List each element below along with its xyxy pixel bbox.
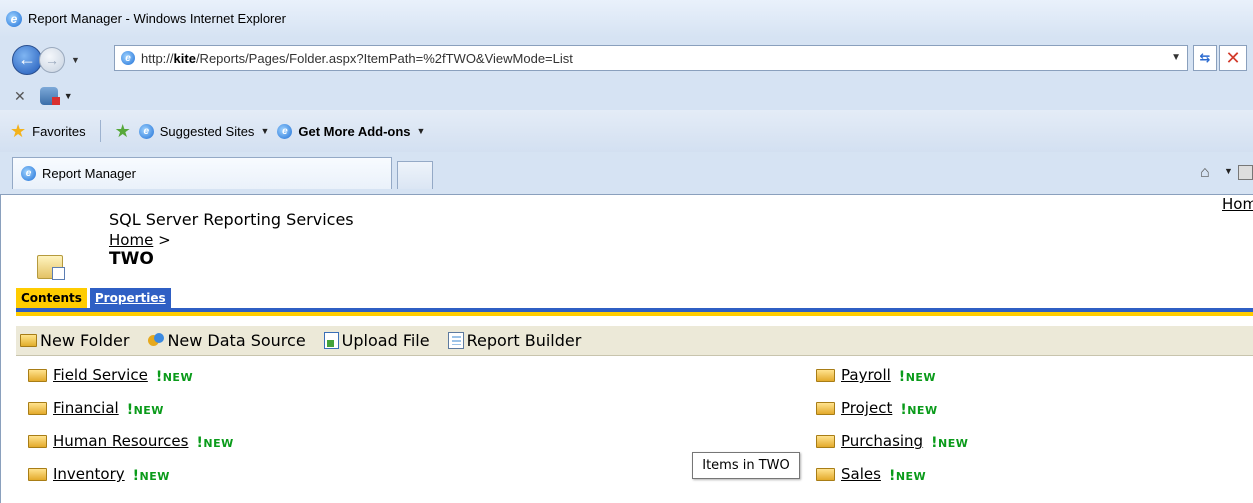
new-badge: !NEW: [898, 369, 937, 385]
ie-icon: e: [138, 123, 154, 139]
page-tabs: Contents Properties: [16, 288, 171, 308]
new-badge: !NEW: [900, 402, 938, 418]
star-icon: ★: [10, 121, 27, 141]
back-button[interactable]: ←: [12, 44, 42, 75]
breadcrumb: Home >: [109, 231, 171, 249]
folder-link[interactable]: Purchasing: [841, 432, 923, 450]
new-badge: !NEW: [155, 369, 194, 385]
list-item: Payroll !NEW: [816, 366, 968, 399]
addon-dropdown-icon[interactable]: ▼: [64, 91, 73, 101]
data-source-icon: [147, 332, 165, 349]
new-badge: !NEW: [126, 402, 164, 418]
breadcrumb-home-link[interactable]: Home: [109, 231, 153, 249]
favorites-bar: ★ Favorites ★ e Suggested Sites ▼ e Get …: [0, 110, 1253, 152]
toolbar-addon-button[interactable]: ▼: [39, 87, 73, 105]
address-row: ← → ▼ e http://kite/Reports/Pages/Folder…: [0, 37, 1253, 82]
item-list-right: Payroll !NEW Project !NEW Purchasing !NEW S…: [816, 366, 968, 498]
add-favorite-icon[interactable]: ★: [115, 122, 131, 140]
list-item: Purchasing !NEW: [816, 432, 968, 465]
new-badge: !NEW: [132, 468, 170, 484]
favorites-button[interactable]: ★ Favorites: [10, 122, 86, 140]
ie-icon: e: [277, 123, 293, 139]
new-badge: !NEW: [931, 435, 969, 451]
address-dropdown-icon[interactable]: ▼: [1171, 52, 1181, 63]
list-item: Inventory !NEW: [28, 465, 234, 498]
new-data-source-button[interactable]: New Data Source: [147, 331, 306, 350]
report-builder-button[interactable]: Report Builder: [447, 331, 581, 350]
home-icon[interactable]: ⌂: [1200, 164, 1210, 182]
close-toolbar-icon[interactable]: ✕: [14, 88, 26, 105]
get-addons-link[interactable]: e Get More Add-ons ▼: [277, 123, 426, 139]
address-bar[interactable]: e http://kite/Reports/Pages/Folder.aspx?…: [114, 45, 1188, 71]
address-url: http://kite/Reports/Pages/Folder.aspx?It…: [141, 50, 573, 66]
tab-contents[interactable]: Contents: [16, 288, 87, 308]
chevron-down-icon: ▼: [260, 126, 270, 136]
folder-link[interactable]: Project: [841, 399, 892, 417]
list-item: Human Resources !NEW: [28, 432, 234, 465]
folder-icon: [816, 402, 835, 415]
folder-link[interactable]: Payroll: [841, 366, 891, 384]
page-content: Hom SQL Server Reporting Services Home >…: [0, 195, 1253, 503]
home-dropdown-icon[interactable]: ▼: [1224, 166, 1233, 176]
divider: [16, 312, 1253, 316]
item-list-left: Field Service !NEW Financial !NEW Human Re…: [28, 366, 234, 498]
folder-link[interactable]: Financial: [53, 399, 119, 417]
divider: [99, 120, 101, 142]
ie-icon: e: [21, 166, 36, 181]
top-home-link[interactable]: Hom: [1222, 195, 1253, 213]
list-item: Project !NEW: [816, 399, 968, 432]
folder-icon: [28, 435, 47, 448]
tab-properties[interactable]: Properties: [89, 288, 171, 308]
suggested-sites-link[interactable]: e Suggested Sites ▼: [138, 123, 270, 139]
history-dropdown-icon[interactable]: ▼: [71, 55, 80, 65]
folder-icon: [816, 435, 835, 448]
new-folder-button[interactable]: New Folder: [20, 331, 129, 350]
feeds-icon[interactable]: [1238, 165, 1253, 180]
list-item: Field Service !NEW: [28, 366, 234, 399]
folder-icon: [28, 468, 47, 481]
tooltip: Items in TWO: [692, 452, 800, 479]
forward-button[interactable]: →: [39, 46, 65, 73]
list-item: Sales !NEW: [816, 465, 968, 498]
folder-icon: [28, 369, 47, 382]
breadcrumb-separator: >: [158, 231, 171, 249]
browser-tab-report-manager[interactable]: e Report Manager: [12, 157, 392, 189]
page-title: TWO: [109, 249, 154, 269]
folder-link[interactable]: Inventory: [53, 465, 125, 483]
window-title: Report Manager - Windows Internet Explor…: [28, 11, 286, 26]
folder-icon: [816, 369, 835, 382]
upload-file-button[interactable]: Upload File: [323, 331, 430, 350]
folder-icon: [816, 468, 835, 481]
folder-icon: [28, 402, 47, 415]
site-title: SQL Server Reporting Services: [109, 210, 354, 229]
list-item: Financial !NEW: [28, 399, 234, 432]
chevron-down-icon: ▼: [416, 126, 426, 136]
ie-logo-icon: e: [6, 10, 22, 27]
content-toolbar: New Folder New Data Source Upload File R…: [16, 326, 1253, 356]
browser-tab-row: e Report Manager ⌂ ▼: [0, 152, 1253, 194]
command-row: ✕ ▼: [0, 82, 1253, 110]
folder-link[interactable]: Field Service: [53, 366, 148, 384]
new-badge: !NEW: [888, 468, 927, 484]
report-builder-icon: [447, 332, 464, 349]
folder-link[interactable]: Human Resources: [53, 432, 188, 450]
folder-icon: [20, 334, 37, 347]
refresh-button[interactable]: ⇆: [1193, 45, 1217, 71]
window-titlebar: e Report Manager - Windows Internet Expl…: [0, 0, 1253, 37]
new-tab-button[interactable]: [397, 161, 433, 189]
folder-link[interactable]: Sales: [841, 465, 881, 483]
page-icon: e: [121, 51, 135, 65]
folder-report-icon: [37, 251, 67, 281]
upload-icon: [323, 332, 339, 349]
stop-button[interactable]: ✕: [1219, 45, 1247, 71]
new-badge: !NEW: [196, 435, 234, 451]
